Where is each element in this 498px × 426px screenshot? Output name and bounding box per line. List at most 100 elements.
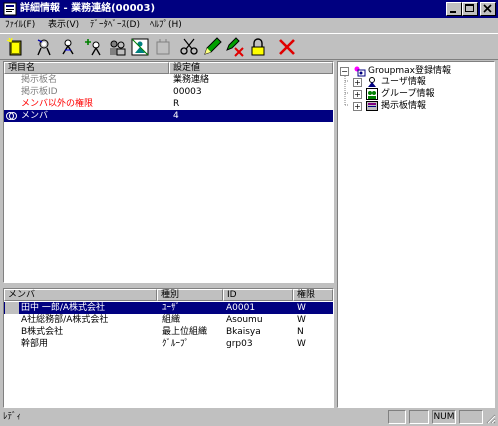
add-member-icon — [85, 39, 101, 56]
user-button[interactable] — [57, 36, 79, 58]
menu-file[interactable]: ﾌｧｲﾙ(F) — [5, 19, 35, 32]
tree-item-boards[interactable]: + 掲示板情報 — [353, 100, 488, 112]
column-header-id[interactable]: ID — [223, 289, 293, 301]
minimize-button[interactable] — [446, 2, 462, 16]
property-row-selected[interactable]: メンバ 4 — [4, 110, 333, 122]
selection-marker — [5, 302, 19, 314]
pencil-icon — [204, 37, 222, 55]
member-permission: W — [297, 339, 306, 349]
member-type: ﾕｰｻﾞ — [162, 303, 181, 313]
status-text: ﾚﾃﾞｨ — [3, 412, 22, 422]
group-icon — [110, 40, 126, 56]
member-name: B株式会社 — [21, 327, 64, 337]
member-type: 最上位組織 — [162, 327, 208, 337]
expand-icon[interactable]: + — [353, 102, 362, 111]
member-type: 組織 — [162, 315, 181, 325]
cut-button[interactable] — [178, 36, 200, 58]
property-value: 業務連絡 — [173, 75, 210, 85]
property-value: 00003 — [173, 87, 202, 97]
member-permission: W — [297, 303, 306, 313]
table-row[interactable]: B株式会社 最上位組織 Bkaisya N — [4, 326, 333, 338]
close-button[interactable] — [480, 2, 496, 16]
property-name: メンバ — [21, 111, 49, 121]
menu-database[interactable]: ﾃﾞｰﾀﾍﾞｰｽ(D) — [90, 19, 140, 32]
person-icon — [62, 39, 74, 55]
tree-item-label: グループ情報 — [381, 89, 435, 99]
close-icon — [483, 4, 492, 13]
new-book-icon — [6, 37, 22, 56]
tree-item-label: ユーザ情報 — [381, 77, 426, 87]
status-panel — [409, 410, 429, 424]
member-type: ｸﾞﾙｰﾌﾟ — [162, 339, 190, 349]
column-header-member[interactable]: メンバ — [4, 289, 157, 301]
column-header-type[interactable]: 種別 — [157, 289, 223, 301]
num-lock-indicator: NUM — [432, 410, 456, 424]
groups-icon — [366, 88, 378, 100]
toolbar — [0, 33, 498, 60]
app-icon — [3, 2, 17, 16]
property-row[interactable]: メンバ以外の権限 R — [4, 98, 333, 110]
disabled-tool-icon — [156, 39, 170, 55]
table-row[interactable]: 幹部用 ｸﾞﾙｰﾌﾟ grp03 W — [4, 338, 333, 350]
tree-item-users[interactable]: + ユーザ情報 — [353, 76, 488, 88]
expand-icon[interactable]: + — [353, 78, 362, 87]
menu-bar: ﾌｧｲﾙ(F) 表示(V) ﾃﾞｰﾀﾍﾞｰｽ(D) ﾍﾙﾌﾟ(H) — [0, 18, 498, 33]
collapse-icon[interactable]: − — [340, 67, 349, 76]
minimize-icon — [450, 11, 456, 13]
maximize-icon — [465, 4, 474, 12]
tree-view[interactable]: − Groupmax登録情報 + ユーザ情報 + グループ情報 + 掲示板情報 — [337, 61, 495, 408]
tree-item-label: 掲示板情報 — [381, 101, 427, 111]
title-bar[interactable]: 詳細情報 - 業務連絡(00003) — [0, 0, 498, 18]
property-value: 4 — [173, 111, 179, 121]
status-bar: ﾚﾃﾞｨ NUM — [0, 408, 498, 426]
property-row[interactable]: 掲示板名 業務連絡 — [4, 74, 333, 86]
member-permission: W — [297, 315, 306, 325]
property-list[interactable]: 項目名 設定値 掲示板名 業務連絡 掲示板ID 00003 メンバ以外の権限 R… — [3, 61, 334, 283]
cancel-button[interactable] — [276, 36, 298, 58]
group-button[interactable] — [106, 36, 128, 58]
member-id: Bkaisya — [226, 327, 261, 337]
member-id: A0001 — [226, 303, 256, 313]
scissors-icon — [180, 38, 198, 55]
property-value: R — [173, 99, 180, 109]
edit-button[interactable] — [201, 36, 223, 58]
user-search-button[interactable] — [34, 36, 56, 58]
member-list[interactable]: メンバ 種別 ID 権限 田中 一郎/A株式会社 ﾕｰｻﾞ A0001 W A社… — [3, 288, 334, 408]
lock-button[interactable] — [247, 36, 269, 58]
menu-help[interactable]: ﾍﾙﾌﾟ(H) — [150, 19, 182, 32]
user-search-icon — [37, 39, 51, 56]
status-panel — [459, 410, 483, 424]
member-name: 幹部用 — [21, 339, 49, 349]
red-x-icon — [279, 39, 295, 55]
add-member-button[interactable] — [83, 36, 105, 58]
column-header-value[interactable]: 設定値 — [169, 62, 333, 74]
member-name: 田中 一郎/A株式会社 — [21, 303, 106, 313]
organization-icon — [131, 38, 149, 56]
resize-grip-icon[interactable] — [484, 412, 496, 424]
member-name: A社総務部/A株式会社 — [21, 315, 109, 325]
lock-icon — [251, 38, 265, 56]
member-id: grp03 — [226, 339, 253, 349]
tree-item-groups[interactable]: + グループ情報 — [353, 88, 488, 100]
table-row-selected[interactable]: 田中 一郎/A株式会社 ﾕｰｻﾞ A0001 W — [4, 302, 333, 314]
delete-item-button[interactable] — [224, 36, 246, 58]
column-header-permission[interactable]: 権限 — [293, 289, 333, 301]
property-row[interactable]: 掲示板ID 00003 — [4, 86, 333, 98]
bulletin-board-icon — [366, 101, 378, 111]
expand-icon[interactable]: + — [353, 90, 362, 99]
org-button[interactable] — [129, 36, 151, 58]
property-name: 掲示板名 — [21, 75, 58, 85]
delete-pencil-icon — [226, 37, 244, 57]
table-row[interactable]: A社総務部/A株式会社 組織 Asoumu W — [4, 314, 333, 326]
window-title: 詳細情報 - 業務連絡(00003) — [20, 3, 156, 14]
column-header-item-name[interactable]: 項目名 — [4, 62, 169, 74]
disabled-button[interactable] — [152, 36, 174, 58]
new-entry-button[interactable] — [5, 36, 27, 58]
property-name: メンバ以外の権限 — [21, 99, 94, 109]
menu-view[interactable]: 表示(V) — [48, 19, 79, 32]
users-icon — [368, 77, 376, 87]
member-id: Asoumu — [226, 315, 263, 325]
member-permission: N — [297, 327, 304, 337]
maximize-button[interactable] — [462, 2, 478, 16]
member-group-icon — [6, 112, 17, 120]
